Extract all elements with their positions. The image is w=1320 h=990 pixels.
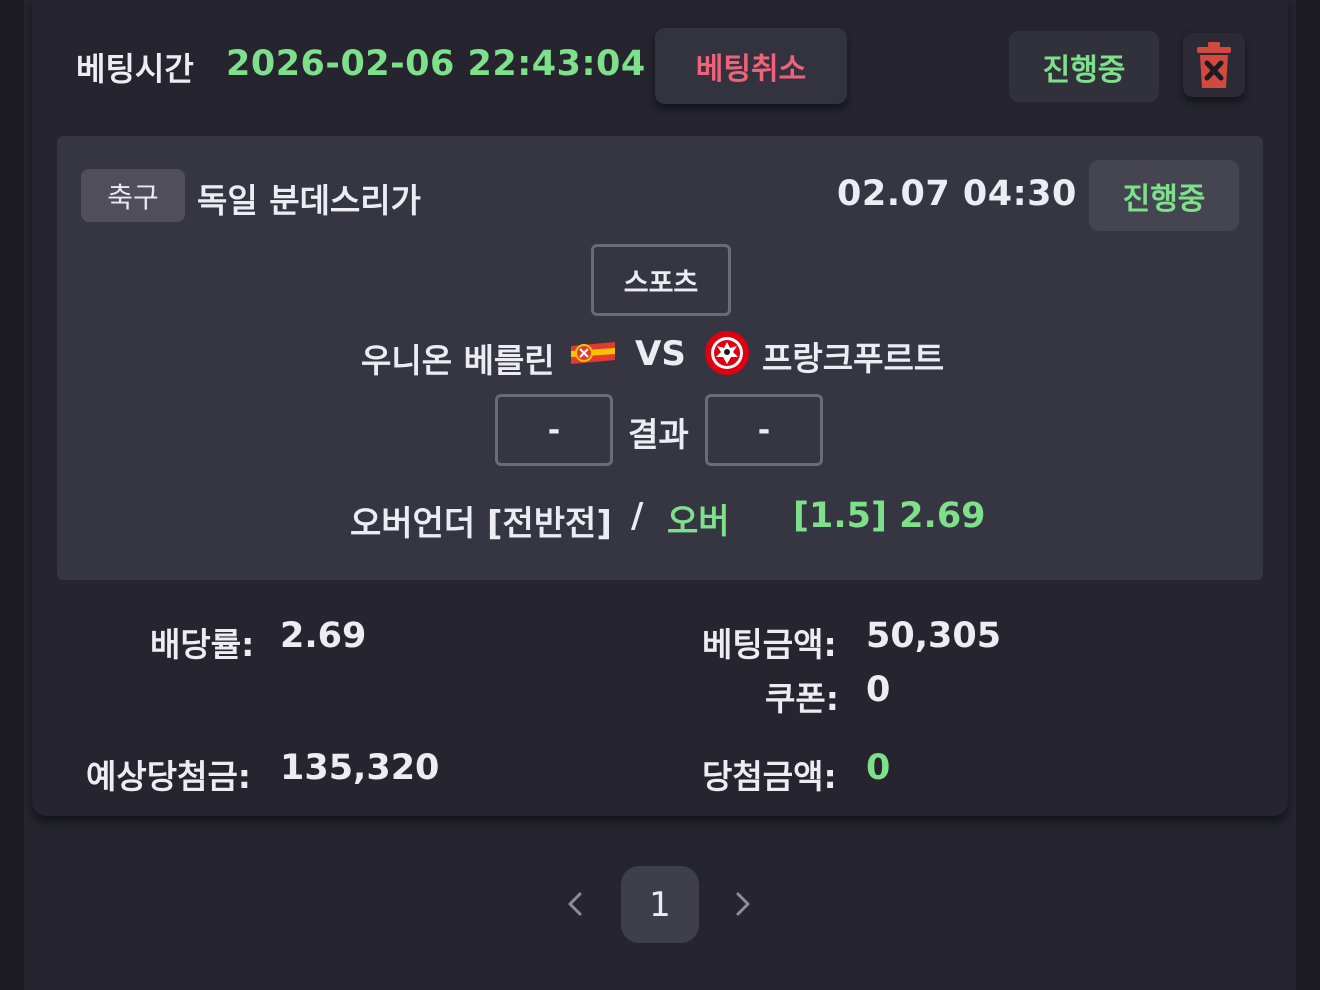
away-team-name: 프랑크푸르트 bbox=[762, 339, 945, 378]
chevron-left-icon[interactable] bbox=[560, 884, 590, 924]
expected-win-value: 135,320 bbox=[280, 748, 440, 788]
home-team-name: 우니온 베를린 bbox=[361, 341, 555, 380]
delete-bet-button[interactable] bbox=[1183, 33, 1245, 97]
odds-value: 2.69 bbox=[280, 616, 367, 656]
win-amount-value: 0 bbox=[866, 748, 891, 788]
coupon-label: 쿠폰: bbox=[765, 679, 839, 718]
teams-row: 우니온 베를린 VS 프랑크푸르트 bbox=[57, 331, 1263, 382]
sport-tag: 축구 bbox=[81, 169, 185, 222]
bet-time-value: 2026-02-06 22:43:04 bbox=[226, 44, 646, 84]
bet-amount-value: 50,305 bbox=[866, 616, 1002, 656]
home-team-logo-icon bbox=[571, 342, 615, 364]
coupon-value: 0 bbox=[866, 670, 891, 710]
chevron-right-icon[interactable] bbox=[728, 884, 758, 924]
bet-time-label: 베팅시간 bbox=[76, 50, 194, 88]
line-and-odds: [1.5] 2.69 bbox=[793, 496, 986, 536]
cancel-bet-button[interactable]: 베팅취소 bbox=[655, 28, 847, 104]
win-amount-label: 당첨금액: bbox=[702, 757, 837, 796]
bet-amount-label: 베팅금액: bbox=[702, 625, 837, 664]
market-separator: / bbox=[631, 496, 644, 536]
trash-icon bbox=[1197, 42, 1231, 88]
match-status-badge: 진행중 bbox=[1089, 160, 1239, 231]
match-panel: 축구 독일 분데스리가 02.07 04:30 진행중 스포츠 우니온 베를린 … bbox=[57, 136, 1263, 580]
category-badge: 스포츠 bbox=[591, 244, 731, 316]
kickoff-time: 02.07 04:30 bbox=[837, 174, 1077, 214]
bet-pick: 오버 bbox=[667, 502, 730, 542]
expected-win-label: 예상당첨금: bbox=[86, 757, 251, 796]
odds-label: 배당률: bbox=[150, 625, 255, 664]
bet-history-page: 베팅시간 2026-02-06 22:43:04 베팅취소 진행중 축구 독일 … bbox=[24, 0, 1296, 990]
league-name: 독일 분데스리가 bbox=[197, 181, 422, 220]
versus-label: VS bbox=[635, 334, 686, 374]
market-name: 오버언더 [전반전] bbox=[350, 504, 612, 544]
away-score-box: - bbox=[705, 394, 823, 466]
page-1-button[interactable]: 1 bbox=[621, 866, 699, 943]
result-label: 결과 bbox=[628, 415, 689, 454]
bet-status-button[interactable]: 진행중 bbox=[1009, 31, 1159, 102]
home-score-box: - bbox=[495, 394, 613, 466]
bet-card: 베팅시간 2026-02-06 22:43:04 베팅취소 진행중 축구 독일 … bbox=[32, 0, 1288, 816]
pagination: 1 bbox=[0, 866, 1320, 944]
away-team-logo-icon bbox=[705, 331, 749, 375]
